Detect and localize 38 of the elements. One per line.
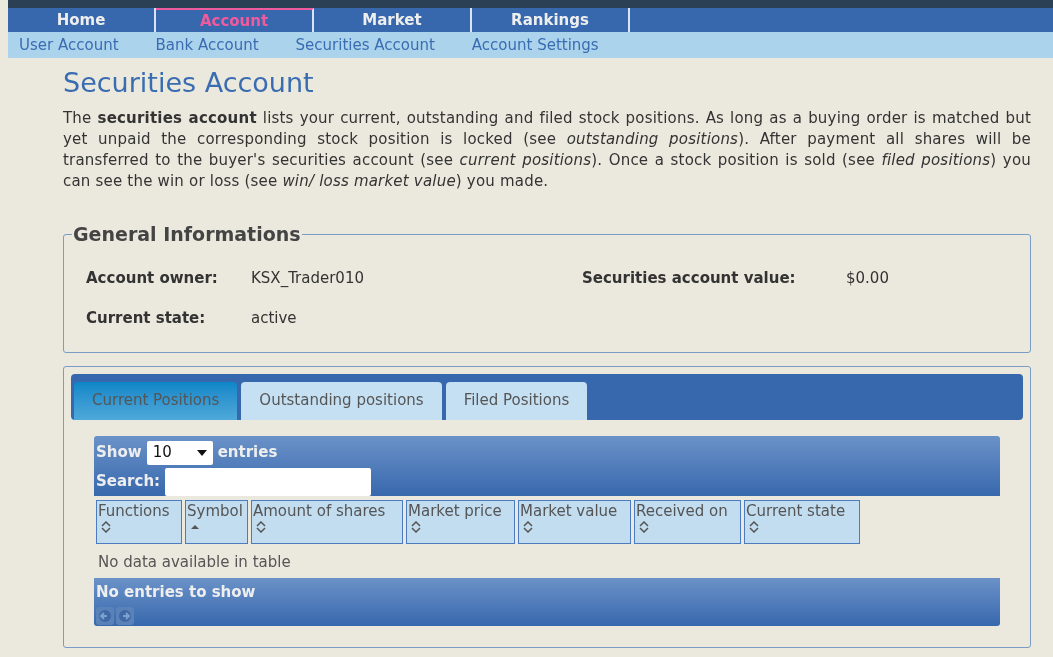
column-header[interactable]: Received on [634,499,741,544]
subnav-link[interactable]: Bank Account [155,33,259,57]
entries-label: entries [217,442,278,464]
field-label: Account owner: [86,267,219,289]
sort-both-icon [256,520,266,533]
sort-both-icon [749,520,759,533]
previous-page-icon[interactable] [96,606,114,625]
column-header[interactable]: Current state [744,499,860,544]
search-label: Search: [96,471,161,493]
column-header[interactable]: Symbol [185,499,248,544]
panel-legend: General Informations [72,220,302,249]
page-size-select[interactable]: 10 [146,440,213,465]
page-title: Securities Account [63,66,315,100]
search-field[interactable] [165,467,372,496]
show-label: Show [96,442,142,464]
tab[interactable]: Filed Positions [445,381,588,420]
next-page-icon[interactable] [116,606,134,625]
subnav-link[interactable]: Securities Account [295,33,435,57]
empty-table-message: No data available in table [98,551,292,573]
subnav-link[interactable]: User Account [19,33,119,57]
column-header[interactable]: Market value [518,499,631,544]
column-header[interactable]: Market price [406,499,515,544]
column-header[interactable]: Amount of shares [251,499,403,544]
field-value: $0.00 [846,267,890,289]
tab[interactable]: Outstanding positions [241,381,442,420]
field-value: KSX_Trader010 [251,267,365,289]
sort-both-icon [101,520,111,533]
subnav-link[interactable]: Account Settings [471,33,599,57]
field-label: Securities account value: [582,267,797,289]
intro-paragraph: The securities account lists your current, outstanding and filed stock positions. As long as a buying order is matched but yet unpaid the corresponding stock position is locked (see outstanding positions). After payment all shares will be transferred to the buyer's securities account (see current positions). Once a stock position is sold (see filed positions) you can see the win or loss (see win/ loss market value) you made. [63,108,1031,192]
dropdown-arrow-icon [196,449,207,456]
field-value: active [251,308,298,329]
sort-both-icon [639,520,649,533]
sort-both-icon [523,520,533,533]
field-label: Current state: [86,308,207,329]
column-header[interactable]: Functions [96,499,182,544]
sort-both-icon [411,520,421,533]
table-info: No entries to show [96,582,257,603]
